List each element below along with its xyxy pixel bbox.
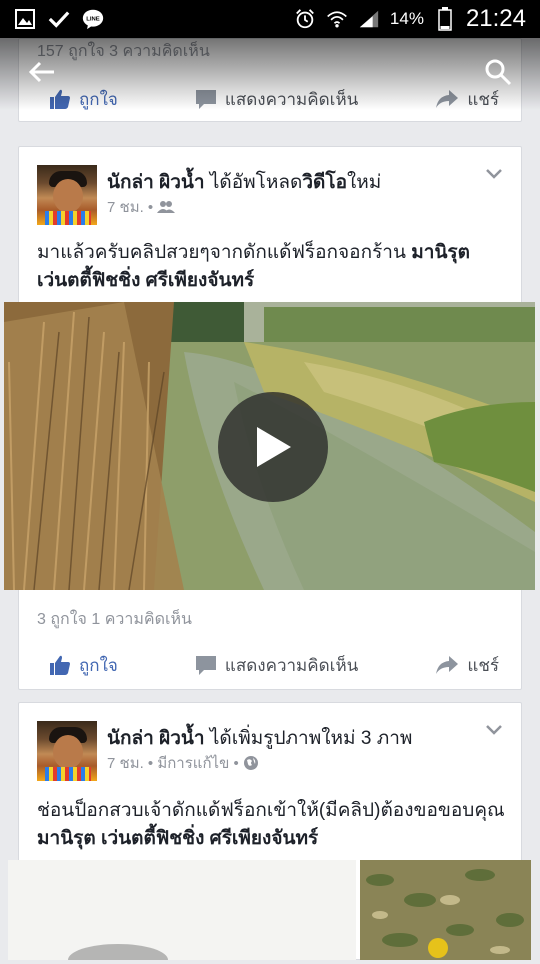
post-text: ช่อนป็อกสวบเจ้าดักแด้ฟร็อกเข้าให้(มีคลิป…: [37, 800, 505, 849]
post-header: นักล่า ผิวน้ำ ได้เพิ่มรูปภาพใหม่ 3 ภาพ 7…: [19, 703, 521, 781]
search-icon: [485, 59, 512, 86]
post-time: 7 ชม. •: [107, 199, 154, 216]
reaction-counts[interactable]: 157 ถูกใจ 3 ความคิดเห็น: [37, 39, 210, 64]
comment-icon: [195, 656, 216, 675]
video-player[interactable]: [4, 302, 535, 590]
action-bar: ถูกใจ แสดงความคิดเห็น แชร์: [19, 641, 523, 689]
comment-icon: [195, 90, 216, 109]
reaction-counts[interactable]: 3 ถูกใจ 1 ความคิดเห็น: [37, 607, 192, 632]
action-bar: ถูกใจ แสดงความคิดเห็น แชร์: [19, 75, 523, 123]
signal-icon: [358, 8, 380, 30]
status-bar: LINE 14% 21:24: [0, 0, 540, 38]
battery-percent: 14%: [389, 9, 424, 28]
avatar[interactable]: [37, 721, 97, 781]
clock: 21:24: [465, 5, 526, 32]
post-photo-1[interactable]: [8, 860, 356, 964]
share-icon: [436, 656, 459, 674]
comment-button[interactable]: แสดงความคิดเห็น: [195, 652, 358, 679]
like-label: ถูกใจ: [79, 655, 118, 675]
post-header: นักล่า ผิวน้ำ ได้อัพโหลดวิดีโอใหม่ 7 ชม.…: [19, 147, 521, 225]
post-time: 7 ชม. • มีการแก้ไข •: [107, 755, 239, 772]
post-photo-2[interactable]: [360, 860, 531, 960]
check-icon: [48, 8, 70, 30]
line-icon: LINE: [82, 8, 104, 30]
globe-icon: [243, 756, 258, 770]
play-icon: [257, 427, 291, 467]
comment-button[interactable]: แสดงความคิดเห็น: [195, 86, 358, 113]
post-text: มาแล้วครับคลิปสวยๆจากดักแด้ฟร็อกจอกร้าน …: [37, 242, 470, 291]
author-name[interactable]: นักล่า ผิวน้ำ: [107, 172, 205, 193]
chevron-down-icon: [486, 725, 502, 735]
post-title: นักล่า ผิวน้ำ ได้อัพโหลดวิดีโอใหม่: [107, 172, 382, 193]
comment-label: แสดงความคิดเห็น: [224, 655, 359, 675]
share-button[interactable]: แชร์: [435, 652, 499, 679]
like-label: ถูกใจ: [79, 89, 118, 109]
search-button[interactable]: [478, 52, 518, 92]
avatar[interactable]: [37, 165, 97, 225]
gallery-icon: [14, 8, 36, 30]
wifi-icon: [326, 8, 348, 30]
post-meta: 7 ชม. • มีการแก้ไข •: [107, 751, 259, 775]
share-label: แชร์: [467, 655, 499, 675]
svg-text:LINE: LINE: [86, 17, 100, 23]
back-button[interactable]: [22, 52, 62, 92]
post-options-button[interactable]: [485, 165, 503, 184]
back-arrow-icon: [28, 61, 54, 83]
video-link[interactable]: วิดีโอ: [302, 172, 347, 193]
thumbs-up-icon: [50, 655, 70, 675]
friends-icon: [157, 201, 176, 213]
post-meta: 7 ชม. •: [107, 195, 176, 219]
like-button[interactable]: ถูกใจ: [49, 652, 118, 679]
post-options-button[interactable]: [485, 721, 503, 740]
chevron-down-icon: [486, 169, 502, 179]
post-title: นักล่า ผิวน้ำ ได้เพิ่มรูปภาพใหม่ 3 ภาพ: [107, 728, 413, 749]
share-icon: [436, 90, 459, 108]
battery-icon: [434, 7, 456, 31]
author-name[interactable]: นักล่า ผิวน้ำ: [107, 728, 205, 749]
comment-label: แสดงความคิดเห็น: [224, 89, 359, 109]
alarm-icon: [294, 8, 316, 30]
tagged-name[interactable]: มานิรุต เว่นตตี้ฟิชชิ่ง ศรีเพียงจันทร์: [37, 828, 318, 849]
play-button[interactable]: [218, 392, 328, 502]
post-card-previous: 157 ถูกใจ 3 ความคิดเห็น ถูกใจ แสดงความคิ…: [18, 38, 522, 122]
